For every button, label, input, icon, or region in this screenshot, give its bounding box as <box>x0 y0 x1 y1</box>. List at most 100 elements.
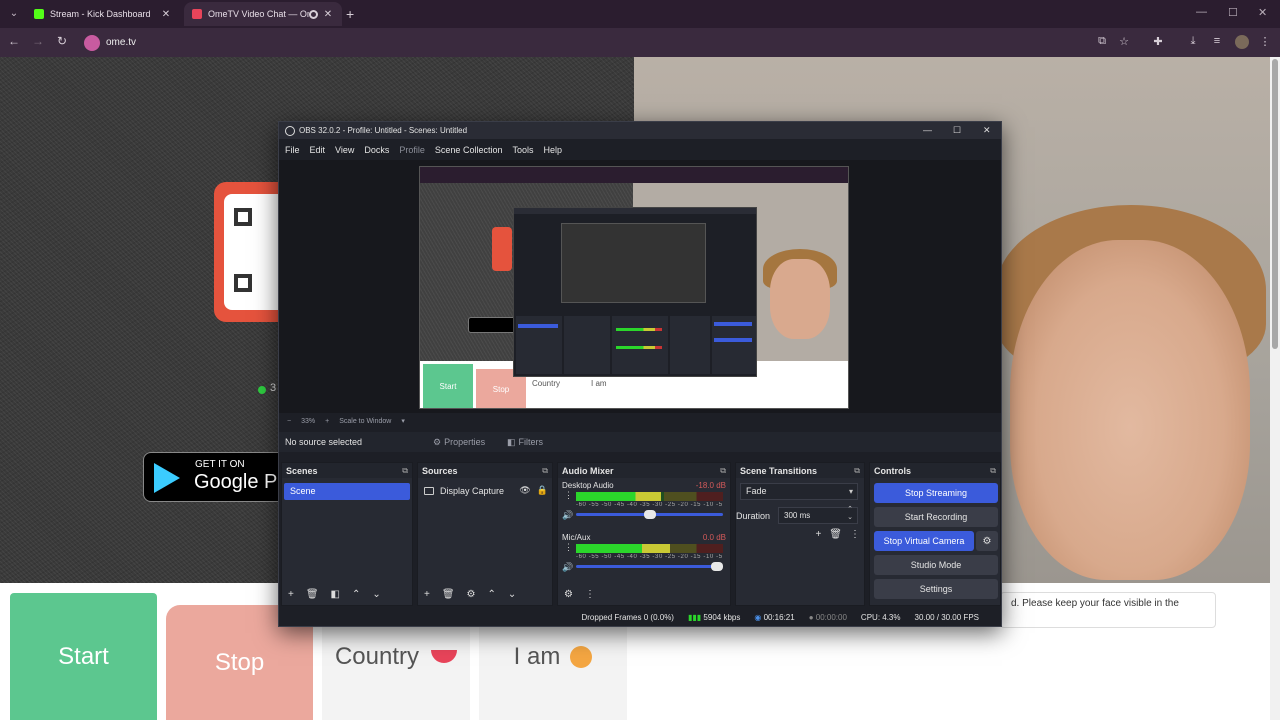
scale-dropdown-icon[interactable]: ▾ <box>401 417 405 425</box>
controls-dock: Controls ⧉ Stop Streaming Start Recording… <box>869 462 1001 606</box>
slider-knob[interactable] <box>711 562 723 571</box>
stop-streaming-button[interactable]: Stop Streaming <box>874 483 998 503</box>
undock-icon[interactable]: ⧉ <box>990 466 996 476</box>
menu-view[interactable]: View <box>335 142 354 158</box>
nested-transitions <box>670 316 710 374</box>
signal-bars-icon: ▮▮▮ <box>687 612 702 622</box>
obs-preview-area[interactable]: Start Stop Country I am <box>279 160 1001 413</box>
zoom-in-icon[interactable]: + <box>325 418 329 425</box>
advanced-audio-icon[interactable]: ⚙ <box>564 589 573 600</box>
tab-search-icon[interactable]: ⌄ <box>6 6 22 22</box>
obs-maximize-icon[interactable]: ☐ <box>953 125 961 136</box>
reading-list-icon[interactable]: ≡ <box>1209 35 1225 47</box>
bookmark-star-icon[interactable]: ☆ <box>1116 35 1132 48</box>
lock-icon[interactable]: 🔒 <box>537 485 548 496</box>
undock-icon[interactable]: ⧉ <box>402 466 408 476</box>
iam-label: I am <box>513 642 561 670</box>
slider-knob[interactable] <box>643 510 656 519</box>
properties-button[interactable]: ⚙ Properties <box>427 434 491 450</box>
transition-select[interactable]: Fade ▾ <box>740 483 858 500</box>
menu-profile[interactable]: Profile <box>399 142 425 158</box>
reload-icon[interactable]: ↻ <box>54 34 70 48</box>
visibility-eye-icon[interactable]: 👁 <box>519 485 530 496</box>
browser-menu-icon[interactable]: ⋮ <box>1257 35 1273 48</box>
nested-obs-title <box>514 208 756 214</box>
scene-filter-icon[interactable]: ◧ <box>331 589 340 600</box>
source-settings-icon[interactable]: ⚙ <box>467 589 476 600</box>
stop-virtual-camera-button[interactable]: Stop Virtual Camera <box>874 531 974 551</box>
channel-name: Desktop Audio <box>562 481 614 490</box>
channel-menu-icon[interactable]: ⋮ <box>564 491 573 500</box>
obs-minimize-icon[interactable]: — <box>923 125 932 135</box>
channel-db: -18.0 dB <box>695 481 726 490</box>
add-source-icon[interactable]: + <box>424 589 430 600</box>
downloads-icon[interactable]: ⤓ <box>1185 35 1201 48</box>
volume-slider[interactable] <box>576 510 723 519</box>
remove-source-icon[interactable]: 🗑 <box>442 589 455 600</box>
menu-tools[interactable]: Tools <box>512 142 533 158</box>
install-app-icon[interactable]: ⧉ <box>1094 35 1110 48</box>
nested-obs-preview <box>561 223 706 303</box>
tab-kick-dashboard[interactable]: Stream - Kick Dashboard ✕ <box>26 2 180 26</box>
add-scene-icon[interactable]: + <box>288 589 294 600</box>
profile-avatar[interactable] <box>1235 35 1249 49</box>
studio-mode-button[interactable]: Studio Mode <box>874 555 998 575</box>
menu-help[interactable]: Help <box>543 142 562 158</box>
maximize-icon[interactable]: ☐ <box>1228 6 1238 19</box>
add-transition-icon[interactable]: + <box>815 529 821 540</box>
undock-icon[interactable]: ⧉ <box>854 466 860 476</box>
obs-window: OBS 32.0.2 - Profile: Untitled - Scenes:… <box>278 121 1002 627</box>
menu-scene-collection[interactable]: Scene Collection <box>435 142 503 158</box>
preview-iam: I am <box>591 379 607 388</box>
zoom-out-icon[interactable]: − <box>287 418 291 425</box>
filter-icon: ◧ <box>507 436 516 447</box>
channel-menu-icon[interactable]: ⋮ <box>564 543 573 552</box>
tab-ometv[interactable]: OmeTV Video Chat — Ome ✕ <box>184 2 342 26</box>
volume-meter <box>576 492 723 501</box>
address-bar[interactable]: ome.tv <box>80 32 1090 53</box>
minimize-icon[interactable]: — <box>1196 6 1207 18</box>
forward-icon[interactable]: → <box>30 34 46 48</box>
start-recording-button[interactable]: Start Recording <box>874 507 998 527</box>
meter-fill <box>576 544 671 553</box>
close-tab-icon[interactable]: ✕ <box>160 9 172 20</box>
obs-close-icon[interactable]: ✕ <box>983 125 991 136</box>
transition-menu-icon[interactable]: ⋮ <box>850 529 860 540</box>
speaker-icon[interactable]: 🔊 <box>562 510 573 521</box>
undock-icon[interactable]: ⧉ <box>720 466 726 476</box>
undock-icon[interactable]: ⧉ <box>542 466 548 476</box>
menu-edit[interactable]: Edit <box>310 142 326 158</box>
close-window-icon[interactable]: ✕ <box>1258 6 1267 19</box>
filters-button[interactable]: ◧ Filters <box>501 434 549 450</box>
obs-titlebar[interactable]: OBS 32.0.2 - Profile: Untitled - Scenes:… <box>279 122 1001 139</box>
source-list-item[interactable]: Display Capture 👁 🔒 <box>422 483 548 498</box>
back-icon[interactable]: ← <box>6 34 22 48</box>
scene-list-item[interactable]: Scene <box>284 483 410 500</box>
menu-docks[interactable]: Docks <box>364 142 389 158</box>
move-down-icon[interactable]: ⌄ <box>508 589 516 600</box>
close-tab-icon[interactable]: ✕ <box>322 9 334 20</box>
obs-preview-canvas[interactable]: Start Stop Country I am <box>419 166 849 409</box>
start-button[interactable]: Start <box>10 593 157 720</box>
scale-mode[interactable]: Scale to Window <box>339 418 391 425</box>
site-info-icon[interactable] <box>84 34 100 51</box>
remove-scene-icon[interactable]: 🗑 <box>306 589 319 600</box>
move-up-icon[interactable]: ⌃ <box>352 589 360 600</box>
new-tab-button[interactable]: + <box>346 6 354 22</box>
boy-emoji-icon <box>570 645 593 668</box>
volume-slider[interactable] <box>576 562 723 571</box>
remove-transition-icon[interactable]: 🗑 <box>829 529 842 540</box>
mixer-menu-icon[interactable]: ⋮ <box>585 589 595 600</box>
menu-file[interactable]: File <box>285 142 300 158</box>
page-scrollbar[interactable] <box>1270 57 1280 720</box>
virtual-camera-settings-icon[interactable]: ⚙ <box>976 531 998 551</box>
spinner-icon[interactable]: ⌃ ⌄ <box>847 506 853 522</box>
speaker-icon[interactable]: 🔊 <box>562 562 573 573</box>
move-up-icon[interactable]: ⌃ <box>488 589 496 600</box>
sources-title: Sources <box>422 465 458 476</box>
move-down-icon[interactable]: ⌄ <box>372 589 380 600</box>
extensions-icon[interactable]: ✚ <box>1150 35 1166 48</box>
scrollbar-thumb[interactable] <box>1272 59 1278 349</box>
settings-button[interactable]: Settings <box>874 579 998 599</box>
duration-input[interactable]: 300 ms ⌃ ⌄ <box>778 506 858 524</box>
